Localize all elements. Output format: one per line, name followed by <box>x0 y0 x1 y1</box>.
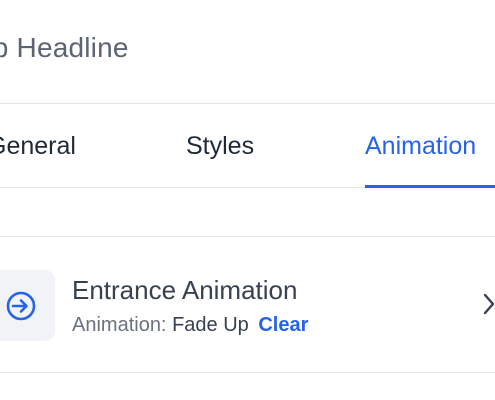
entrance-animation-title: Entrance Animation <box>72 275 298 305</box>
animation-status-label: Animation: <box>72 314 167 336</box>
animation-status: Animation: Fade Up Clear <box>72 314 308 337</box>
tab-general[interactable]: General <box>0 132 76 161</box>
clear-animation-link[interactable]: Clear <box>258 314 308 336</box>
panel-header: ub Headline <box>0 0 495 104</box>
entrance-icon-container <box>0 270 55 341</box>
section-spacer <box>0 188 495 236</box>
tab-bar: General Styles Animation <box>0 104 495 188</box>
tab-animation[interactable]: Animation <box>365 132 476 161</box>
enter-arrow-circle-icon <box>6 291 36 321</box>
page-title: ub Headline <box>0 32 129 63</box>
chevron-right-icon[interactable] <box>483 293 495 315</box>
animation-status-value: Fade Up <box>172 314 249 336</box>
tab-styles[interactable]: Styles <box>186 132 254 161</box>
entrance-animation-row[interactable]: Entrance Animation Animation: Fade Up Cl… <box>0 236 495 373</box>
